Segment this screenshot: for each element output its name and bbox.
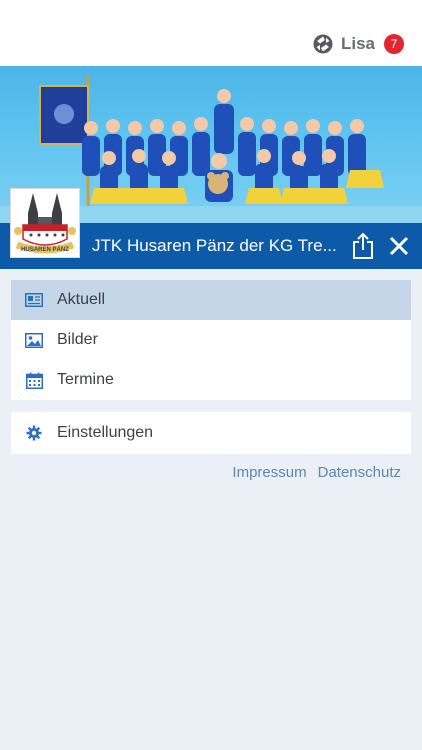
club-name: JTK Husaren Pänz der KG Tre...	[92, 236, 337, 255]
notification-badge[interactable]: 7	[384, 34, 404, 54]
gear-icon	[24, 423, 44, 443]
newspaper-icon	[24, 290, 44, 310]
menu-item-label: Bilder	[57, 331, 98, 348]
user-menu[interactable]: Lisa 7	[313, 32, 404, 56]
team-logo-icon	[313, 34, 333, 54]
logo-text: HUSAREN PÄNZ	[21, 246, 69, 253]
impressum-link[interactable]: Impressum	[232, 464, 306, 481]
top-bar: Lisa 7	[0, 0, 422, 66]
menu-item-label: Aktuell	[57, 291, 106, 308]
settings-menu: Einstellungen	[11, 412, 411, 454]
image-icon	[24, 330, 44, 350]
menu-item-aktuell[interactable]: Aktuell	[11, 280, 411, 320]
share-icon[interactable]	[350, 232, 376, 260]
menu-item-label: Termine	[57, 371, 114, 388]
main-menu: Aktuell Bilder Termine	[11, 280, 411, 400]
close-icon[interactable]	[388, 235, 410, 257]
menu-item-termine[interactable]: Termine	[11, 360, 411, 400]
menu-item-label: Einstellungen	[57, 424, 154, 441]
datenschutz-link[interactable]: Datenschutz	[318, 464, 401, 481]
husaren-paenz-logo-image: HUSAREN PÄNZ	[14, 193, 76, 254]
username: Lisa	[340, 34, 375, 53]
footer-links: Impressum Datenschutz	[232, 464, 401, 481]
club-logo: HUSAREN PÄNZ	[10, 188, 80, 258]
menu-item-einstellungen[interactable]: Einstellungen	[11, 412, 411, 454]
calendar-icon	[24, 370, 44, 390]
menu-item-bilder[interactable]: Bilder	[11, 320, 411, 360]
